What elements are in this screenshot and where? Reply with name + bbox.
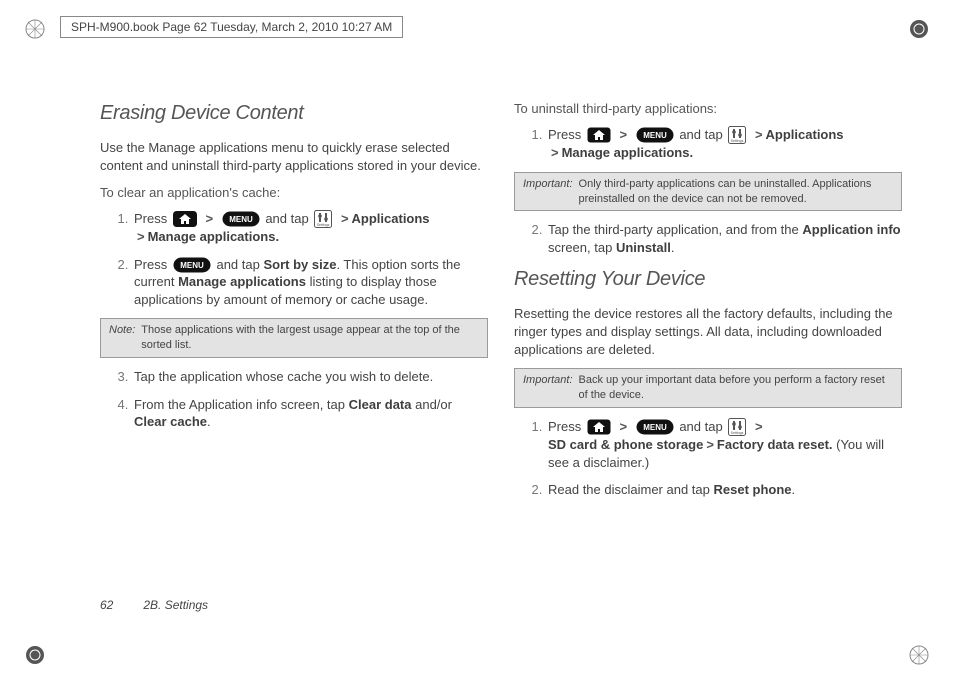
intro-reset: Resetting the device restores all the fa… <box>514 305 902 358</box>
lead-clear-cache: To clear an application's cache: <box>100 184 488 202</box>
step-4: From the Application info screen, tap Cl… <box>132 396 488 431</box>
menu-icon: MENU <box>222 211 260 227</box>
heading-resetting: Resetting Your Device <box>514 266 902 293</box>
svg-text:MENU: MENU <box>643 423 667 432</box>
important-label: Important: <box>523 373 573 403</box>
page-header-meta: SPH-M900.book Page 62 Tuesday, March 2, … <box>60 16 403 38</box>
steps-clear-cache-cont: Tap the application whose cache you wish… <box>100 368 488 431</box>
steps-uninstall: Press > MENU and tap Settings >Applicati… <box>514 126 902 162</box>
steps-clear-cache: Press > MENU and tap Settings >Applicati… <box>100 210 488 309</box>
page-number: 62 <box>100 598 140 612</box>
svg-text:MENU: MENU <box>643 131 667 140</box>
important-text: Only third-party applications can be uni… <box>579 177 893 207</box>
important-label: Important: <box>523 177 573 207</box>
svg-text:Settings: Settings <box>731 139 744 143</box>
important-box-1: Important: Only third-party applications… <box>514 172 902 212</box>
step-u1: Press > MENU and tap Settings >Applicati… <box>546 126 902 162</box>
crop-mark-icon <box>24 18 46 40</box>
menu-icon: MENU <box>636 127 674 143</box>
crop-mark-icon <box>908 644 930 666</box>
menu-icon: MENU <box>636 419 674 435</box>
settings-icon: Settings <box>728 418 746 436</box>
lead-uninstall: To uninstall third-party applications: <box>514 100 902 118</box>
home-icon <box>587 127 611 143</box>
step-u2: Tap the third-party application, and fro… <box>546 221 902 256</box>
important-text: Back up your important data before you p… <box>579 373 893 403</box>
right-column: To uninstall third-party applications: P… <box>514 100 902 582</box>
svg-text:Settings: Settings <box>731 431 744 435</box>
left-column: Erasing Device Content Use the Manage ap… <box>100 100 488 582</box>
menu-icon: MENU <box>173 257 211 273</box>
home-icon <box>173 211 197 227</box>
heading-erasing: Erasing Device Content <box>100 100 488 127</box>
step-3: Tap the application whose cache you wish… <box>132 368 488 386</box>
crop-mark-icon <box>24 644 46 666</box>
svg-text:MENU: MENU <box>229 215 253 224</box>
steps-uninstall-cont: Tap the third-party application, and fro… <box>514 221 902 256</box>
step-2: Press MENU and tap Sort by size. This op… <box>132 256 488 309</box>
settings-icon: Settings <box>728 126 746 144</box>
step-r2: Read the disclaimer and tap Reset phone. <box>546 481 902 499</box>
note-label: Note: <box>109 323 135 353</box>
page-footer: 62 2B. Settings <box>100 598 208 612</box>
note-box: Note: Those applications with the larges… <box>100 318 488 358</box>
crop-mark-icon <box>908 18 930 40</box>
svg-text:Settings: Settings <box>317 223 330 227</box>
step-1: Press > MENU and tap Settings >Applicati… <box>132 210 488 246</box>
important-box-2: Important: Back up your important data b… <box>514 368 902 408</box>
svg-text:MENU: MENU <box>180 261 204 270</box>
note-text: Those applications with the largest usag… <box>141 323 479 353</box>
intro-text: Use the Manage applications menu to quic… <box>100 139 488 174</box>
steps-reset: Press > MENU and tap Settings > SD card … <box>514 418 902 499</box>
settings-icon: Settings <box>314 210 332 228</box>
section-label: 2B. Settings <box>143 598 208 612</box>
home-icon <box>587 419 611 435</box>
step-r1: Press > MENU and tap Settings > SD card … <box>546 418 902 472</box>
